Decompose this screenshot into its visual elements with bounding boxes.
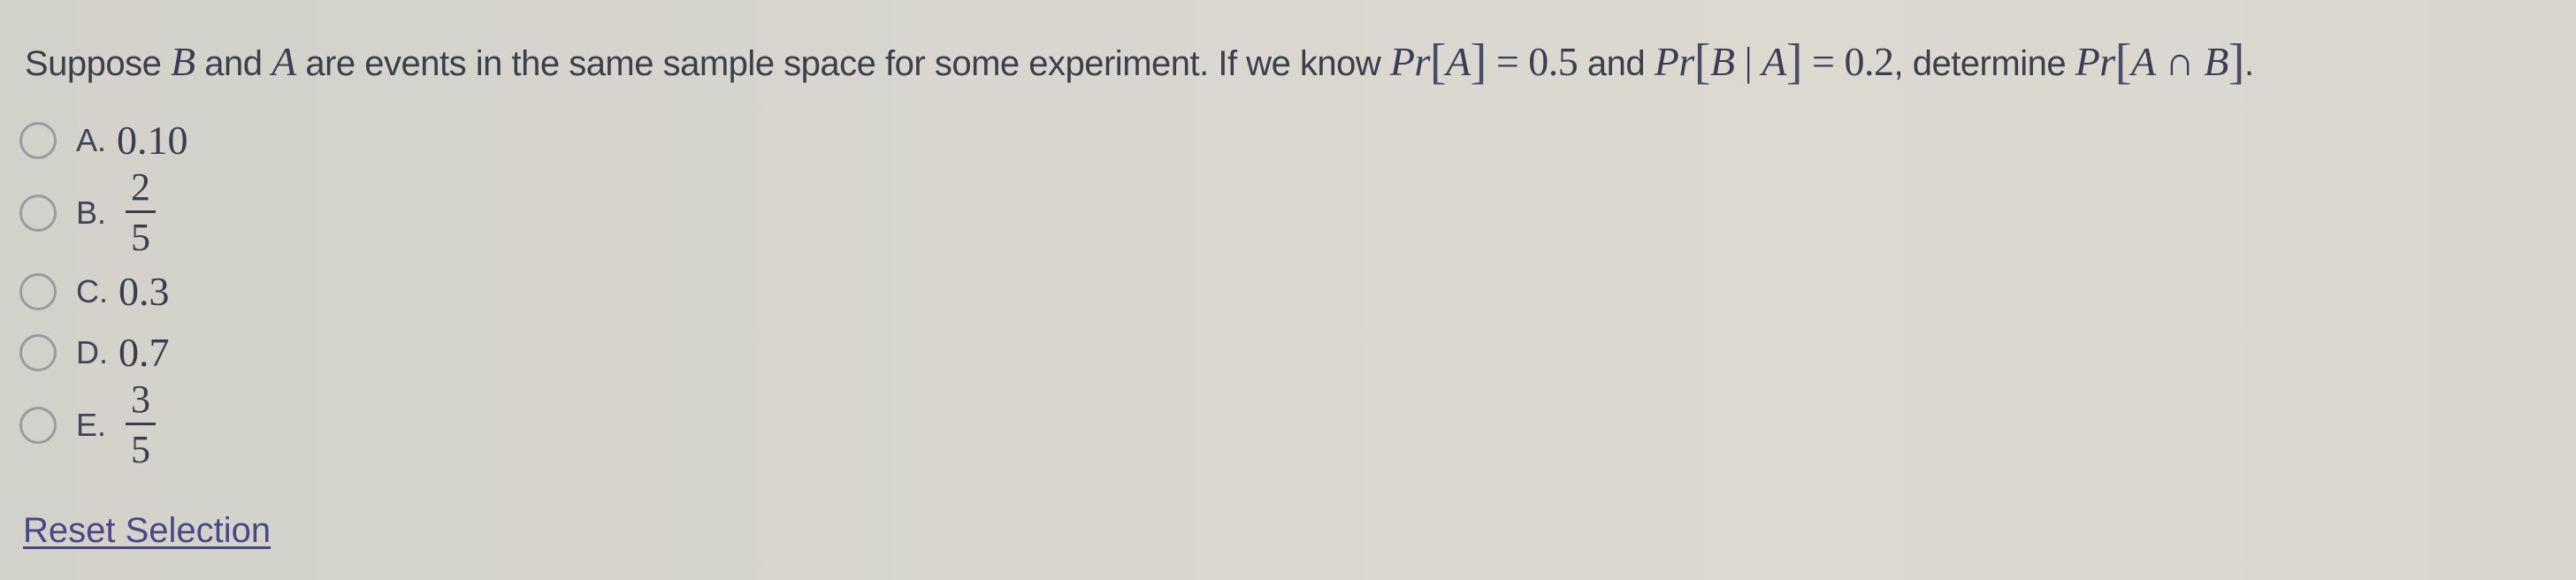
- fraction-numerator: 2: [131, 165, 151, 209]
- option-e[interactable]: E. 3 5: [19, 378, 157, 471]
- math-variable-b: B: [171, 39, 195, 84]
- question-text-part: and: [1578, 44, 1655, 83]
- fraction-bar: [126, 423, 157, 425]
- math-pr-a: Pr[A] = 0.5: [1389, 34, 1578, 89]
- fraction-denominator: 5: [131, 428, 151, 471]
- option-letter: E.: [76, 406, 107, 443]
- option-letter: C.: [76, 272, 108, 309]
- question-text-part: , determine: [1893, 44, 2075, 83]
- option-value: 0.3: [118, 269, 170, 314]
- option-a[interactable]: A. 0.10: [19, 117, 188, 164]
- radio-button-icon[interactable]: [19, 333, 57, 371]
- question-text-part: and: [195, 44, 272, 83]
- question-text: Suppose B and A are events in the same s…: [25, 35, 2254, 90]
- math-pr-b-given-a: Pr[B | A] = 0.2: [1654, 34, 1894, 89]
- option-d[interactable]: D. 0.7: [19, 329, 170, 376]
- option-b[interactable]: B. 2 5: [19, 165, 157, 259]
- math-variable-a: A: [271, 39, 296, 84]
- option-letter: B.: [76, 194, 107, 231]
- question-text-part: are events in the same sample space for …: [295, 44, 1390, 83]
- math-pr-a-and-b: Pr[A ∩ B]: [2075, 34, 2245, 89]
- radio-button-icon[interactable]: [19, 194, 57, 232]
- option-letter: D.: [76, 333, 108, 370]
- option-value: 0.7: [118, 330, 170, 375]
- option-value: 0.10: [117, 118, 188, 163]
- question-text-part: .: [2243, 44, 2254, 83]
- fraction-numerator: 3: [131, 378, 151, 421]
- option-fraction: 2 5: [126, 165, 157, 259]
- fraction-denominator: 5: [131, 216, 151, 259]
- question-text-part: Suppose: [25, 44, 172, 83]
- radio-button-icon[interactable]: [19, 272, 57, 310]
- radio-button-icon[interactable]: [19, 121, 57, 159]
- option-c[interactable]: C. 0.3: [19, 268, 170, 315]
- fraction-bar: [126, 210, 157, 213]
- option-fraction: 3 5: [126, 378, 157, 471]
- radio-button-icon[interactable]: [19, 406, 57, 444]
- option-letter: A.: [76, 121, 107, 158]
- reset-selection-link[interactable]: Reset Selection: [23, 511, 271, 551]
